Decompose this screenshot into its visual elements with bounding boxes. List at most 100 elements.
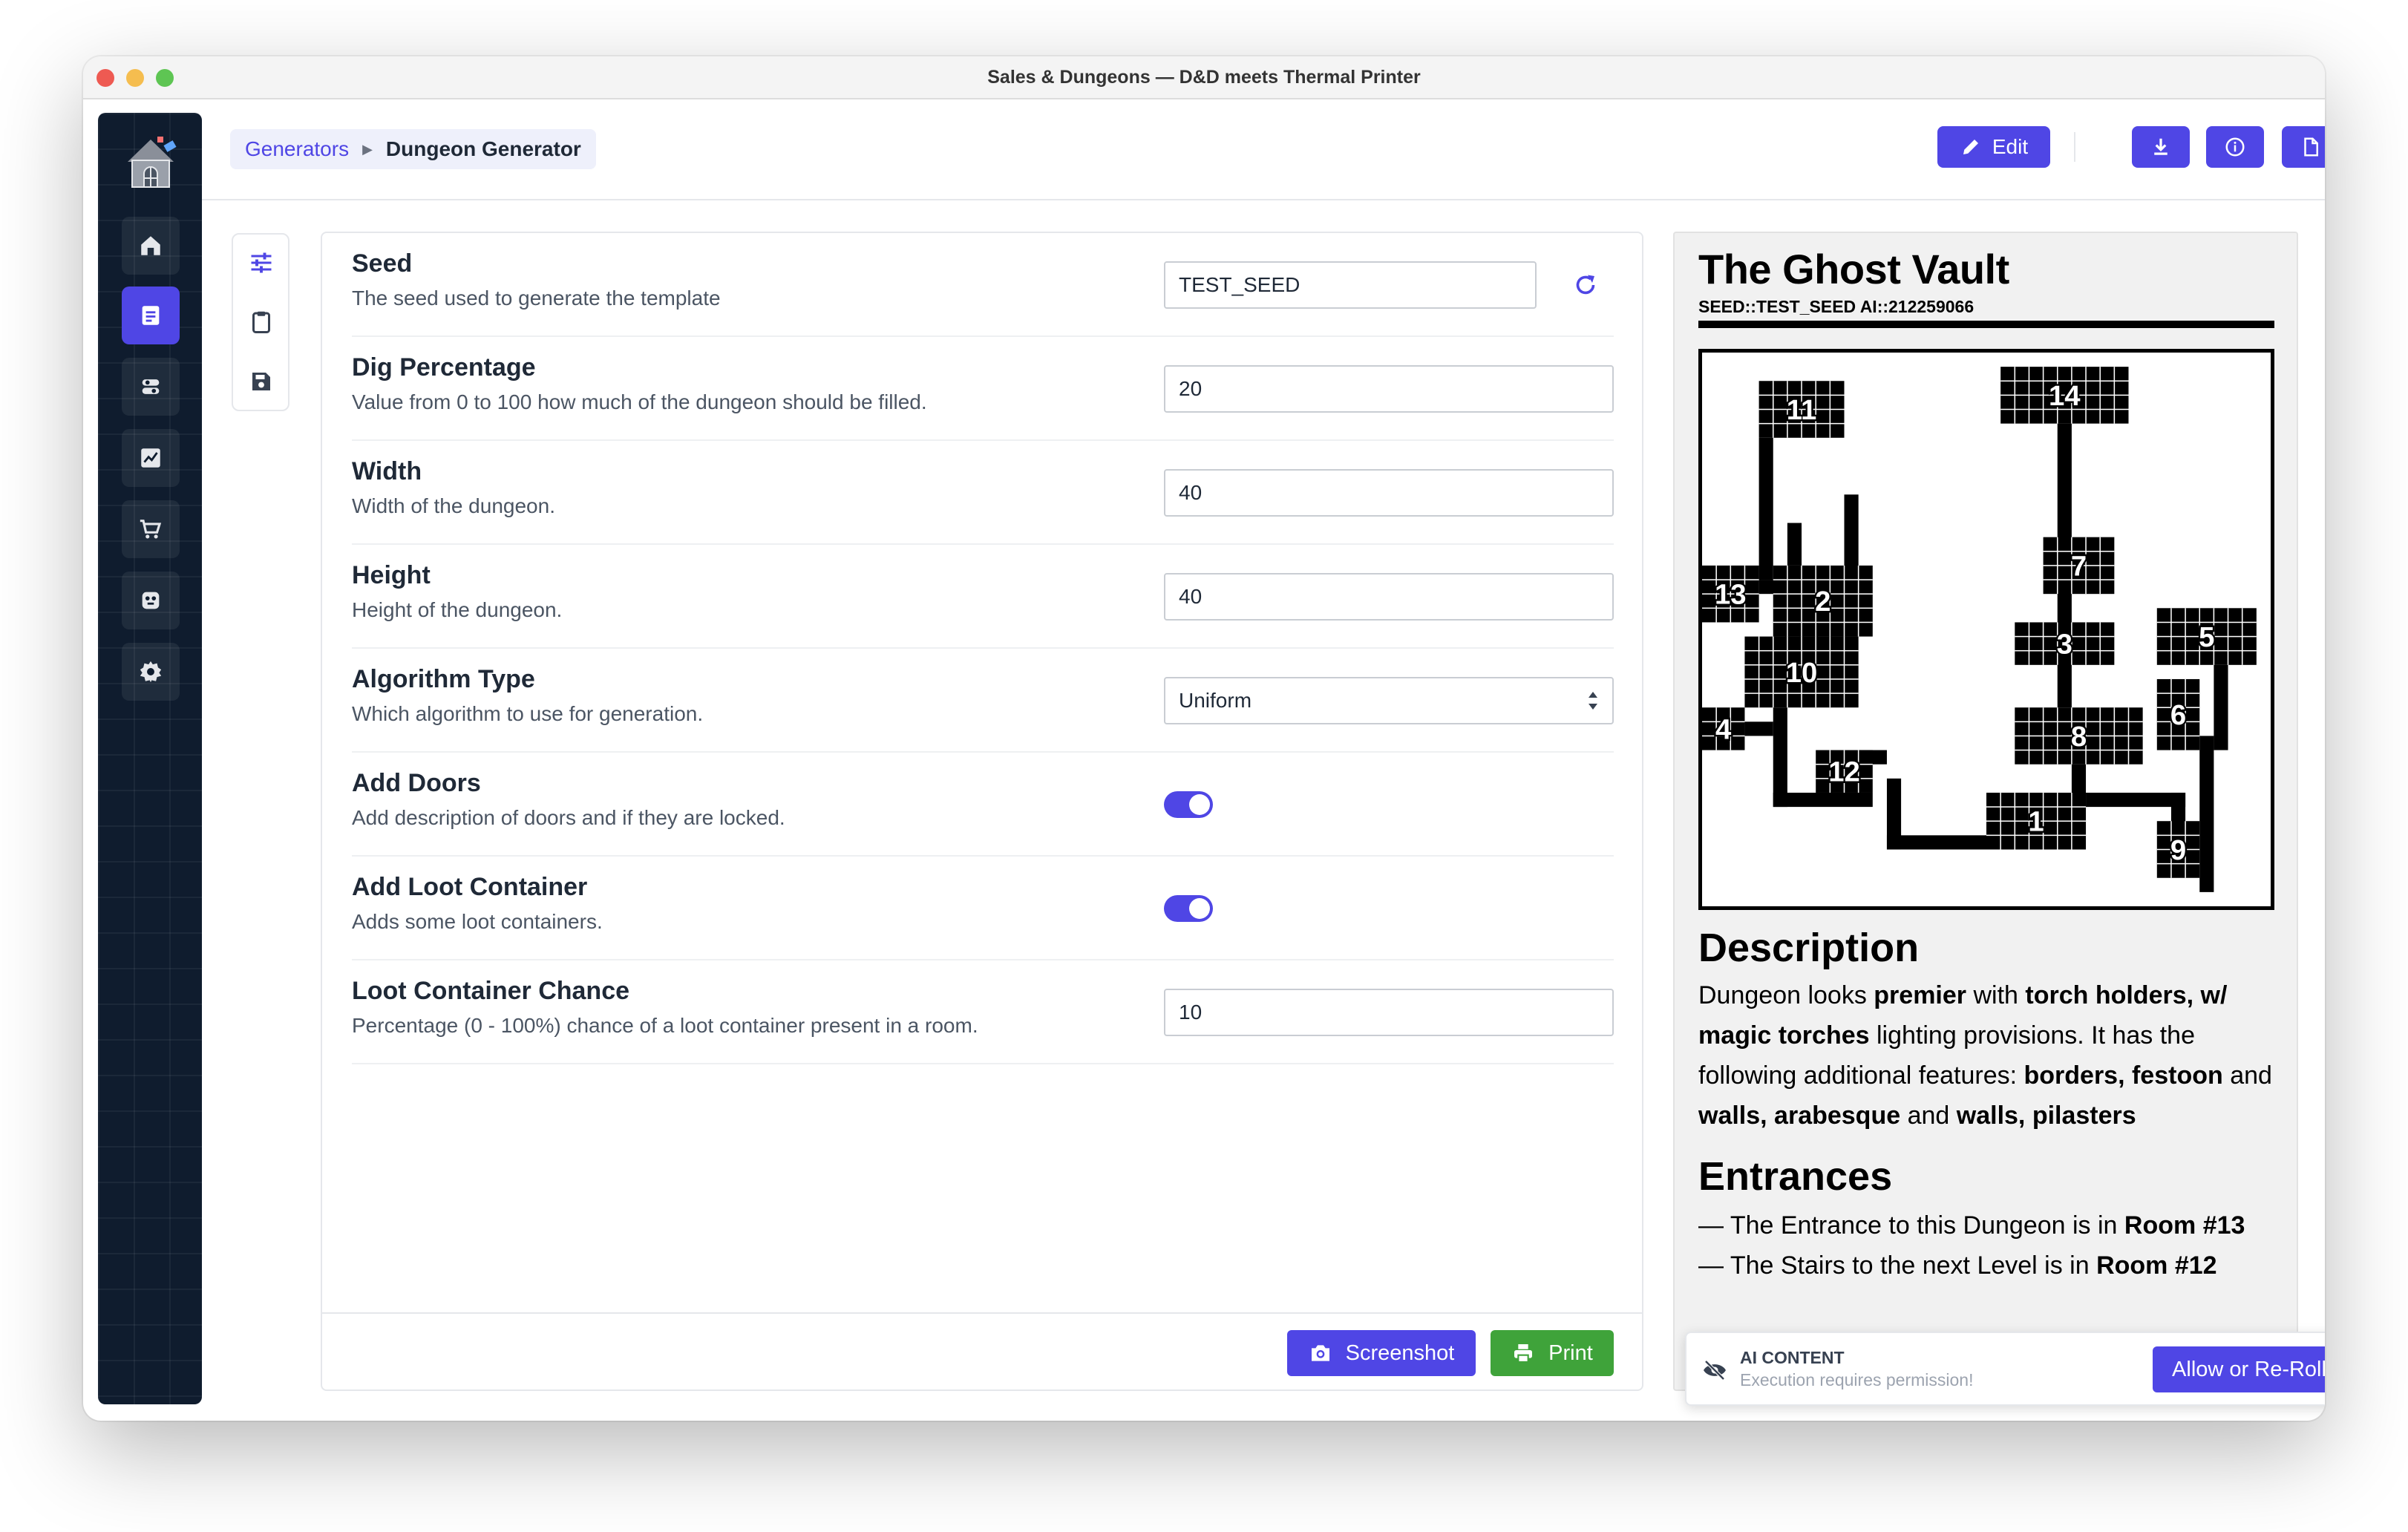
form-footer: Screenshot Print (322, 1312, 1642, 1389)
info-icon (2225, 137, 2245, 157)
setting-row-height: Height Height of the dungeon. 40 (352, 545, 1614, 649)
sliders-icon (251, 252, 272, 273)
setting-label: Loot Container Chance (352, 977, 630, 1005)
setting-label: Height (352, 561, 431, 589)
map-room: 6 (2156, 678, 2200, 750)
width-input[interactable]: 40 (1164, 469, 1614, 517)
sidebar (98, 113, 202, 1404)
breadcrumb-link-generators[interactable]: Generators (245, 137, 349, 161)
setting-description: Value from 0 to 100 how much of the dung… (352, 390, 927, 413)
entrance-line: — The Entrance to this Dungeon is in Roo… (1698, 1211, 2245, 1240)
setting-row-width: Width Width of the dungeon. 40 (352, 441, 1614, 545)
add-doors-toggle[interactable] (1164, 791, 1213, 818)
gear-icon (140, 661, 162, 683)
add-loot-container-toggle[interactable] (1164, 895, 1213, 922)
sidebar-item-home[interactable] (122, 217, 180, 275)
setting-description: Which algorithm to use for generation. (352, 702, 704, 725)
plugin-icon (142, 592, 160, 609)
download-icon (2154, 138, 2167, 155)
algorithm-type-select[interactable]: Uniform (1164, 677, 1614, 724)
title-bar: Sales & Dungeons — D&D meets Thermal Pri… (83, 56, 2325, 99)
sidebar-item-settings[interactable] (122, 643, 180, 701)
save-tool[interactable] (246, 367, 276, 396)
print-preview: The Ghost Vault SEED::TEST_SEED AI::2122… (1673, 232, 2298, 1391)
toggle-knob (1189, 898, 1210, 919)
breadcrumb-separator-icon: ▶ (362, 141, 373, 157)
setting-row-dig-percentage: Dig Percentage Value from 0 to 100 how m… (352, 337, 1614, 441)
edit-button-label: Edit (1992, 135, 2029, 158)
loot-container-chance-input[interactable]: 10 (1164, 989, 1614, 1036)
screenshot-button[interactable]: Screenshot (1287, 1330, 1476, 1376)
setting-description: Add description of doors and if they are… (352, 806, 785, 829)
info-button[interactable] (2206, 126, 2264, 168)
reroll-seed-button[interactable] (1572, 272, 1599, 298)
app-logo[interactable] (122, 132, 180, 190)
edit-button[interactable]: Edit (1937, 126, 2050, 168)
map-room-label: 13 (1715, 579, 1747, 611)
map-corridor (1787, 523, 1802, 566)
stairs-line: — The Stairs to the next Level is in Roo… (1698, 1251, 2217, 1280)
dungeon-map-drawing: 11 14 7 13 2 3 5 10 6 4 8 12 1 9 (1702, 367, 2257, 892)
copy-icon (2304, 137, 2318, 157)
map-room-label: 5 (2199, 621, 2214, 653)
window-title: Sales & Dungeons — D&D meets Thermal Pri… (987, 67, 1421, 88)
sidebar-item-generators[interactable] (122, 358, 180, 416)
save-icon (252, 373, 270, 390)
setting-label: Add Doors (352, 769, 481, 797)
chart-icon (141, 448, 160, 468)
map-corridor (2086, 792, 2186, 808)
ai-content-banner: AI CONTENT Execution requires permission… (1685, 1332, 2325, 1406)
breadcrumb: Generators ▶ Dungeon Generator (230, 129, 596, 169)
map-room-label: 2 (1815, 586, 1830, 618)
setting-description: Adds some loot containers. (352, 910, 603, 933)
map-room-label: 6 (2170, 699, 2186, 731)
setting-label: Add Loot Container (352, 873, 588, 901)
print-button-label: Print (1548, 1340, 1593, 1365)
map-room: 14 (2000, 367, 2129, 424)
map-corridor (1773, 707, 1787, 808)
map-corridor (1886, 835, 1986, 850)
camera-icon (1311, 1345, 1329, 1361)
setting-label: Algorithm Type (352, 665, 535, 693)
sidebar-item-charts[interactable] (122, 429, 180, 487)
height-input[interactable]: 40 (1164, 573, 1614, 621)
sidebar-item-plugins[interactable] (122, 572, 180, 629)
algorithm-type-value: Uniform (1179, 689, 1252, 712)
dig-percentage-input[interactable]: 20 (1164, 365, 1614, 413)
screenshot-button-label: Screenshot (1345, 1340, 1455, 1365)
copy-button[interactable] (2282, 126, 2325, 168)
setting-row-algorithm-type: Algorithm Type Which algorithm to use fo… (352, 649, 1614, 753)
map-room: 13 (1702, 565, 1759, 623)
pencil-icon (1963, 140, 1978, 154)
seed-input[interactable]: TEST_SEED (1164, 261, 1537, 309)
settings-tool[interactable] (246, 248, 276, 278)
map-corridor (1758, 437, 1773, 580)
home-icon (141, 236, 160, 255)
header-divider (2074, 132, 2075, 162)
map-room: 12 (1816, 750, 1873, 793)
sidebar-item-store[interactable] (122, 500, 180, 558)
castle-logo-icon (128, 137, 177, 188)
setting-row-add-doors: Add Doors Add description of doors and i… (352, 753, 1614, 857)
sidebar-item-templates[interactable] (122, 287, 180, 344)
select-arrows-icon (1589, 692, 1597, 710)
map-room: 1 (1986, 792, 2087, 850)
map-corridor (1744, 721, 1773, 736)
printer-icon (1514, 1344, 1533, 1364)
allow-or-reroll-button[interactable]: Allow or Re-Roll (2153, 1346, 2325, 1392)
map-room-label: 9 (2170, 834, 2186, 866)
map-room-label: 8 (2071, 721, 2087, 753)
clipboard-tool[interactable] (246, 307, 276, 337)
map-corridor (1773, 792, 1873, 808)
clipboard-icon (252, 311, 270, 333)
download-button[interactable] (2132, 126, 2190, 168)
refresh-icon (1576, 275, 1595, 295)
print-button[interactable]: Print (1491, 1330, 1614, 1376)
template-icon (142, 306, 160, 325)
setting-row-seed: Seed The seed used to generate the templ… (352, 233, 1614, 337)
dungeon-seed-line: SEED::TEST_SEED AI::212259066 (1698, 297, 1975, 316)
map-room-label: 11 (1787, 394, 1816, 426)
map-room-label: 7 (2071, 550, 2087, 582)
map-room-label: 3 (2057, 629, 2072, 661)
setting-label: Dig Percentage (352, 353, 536, 382)
